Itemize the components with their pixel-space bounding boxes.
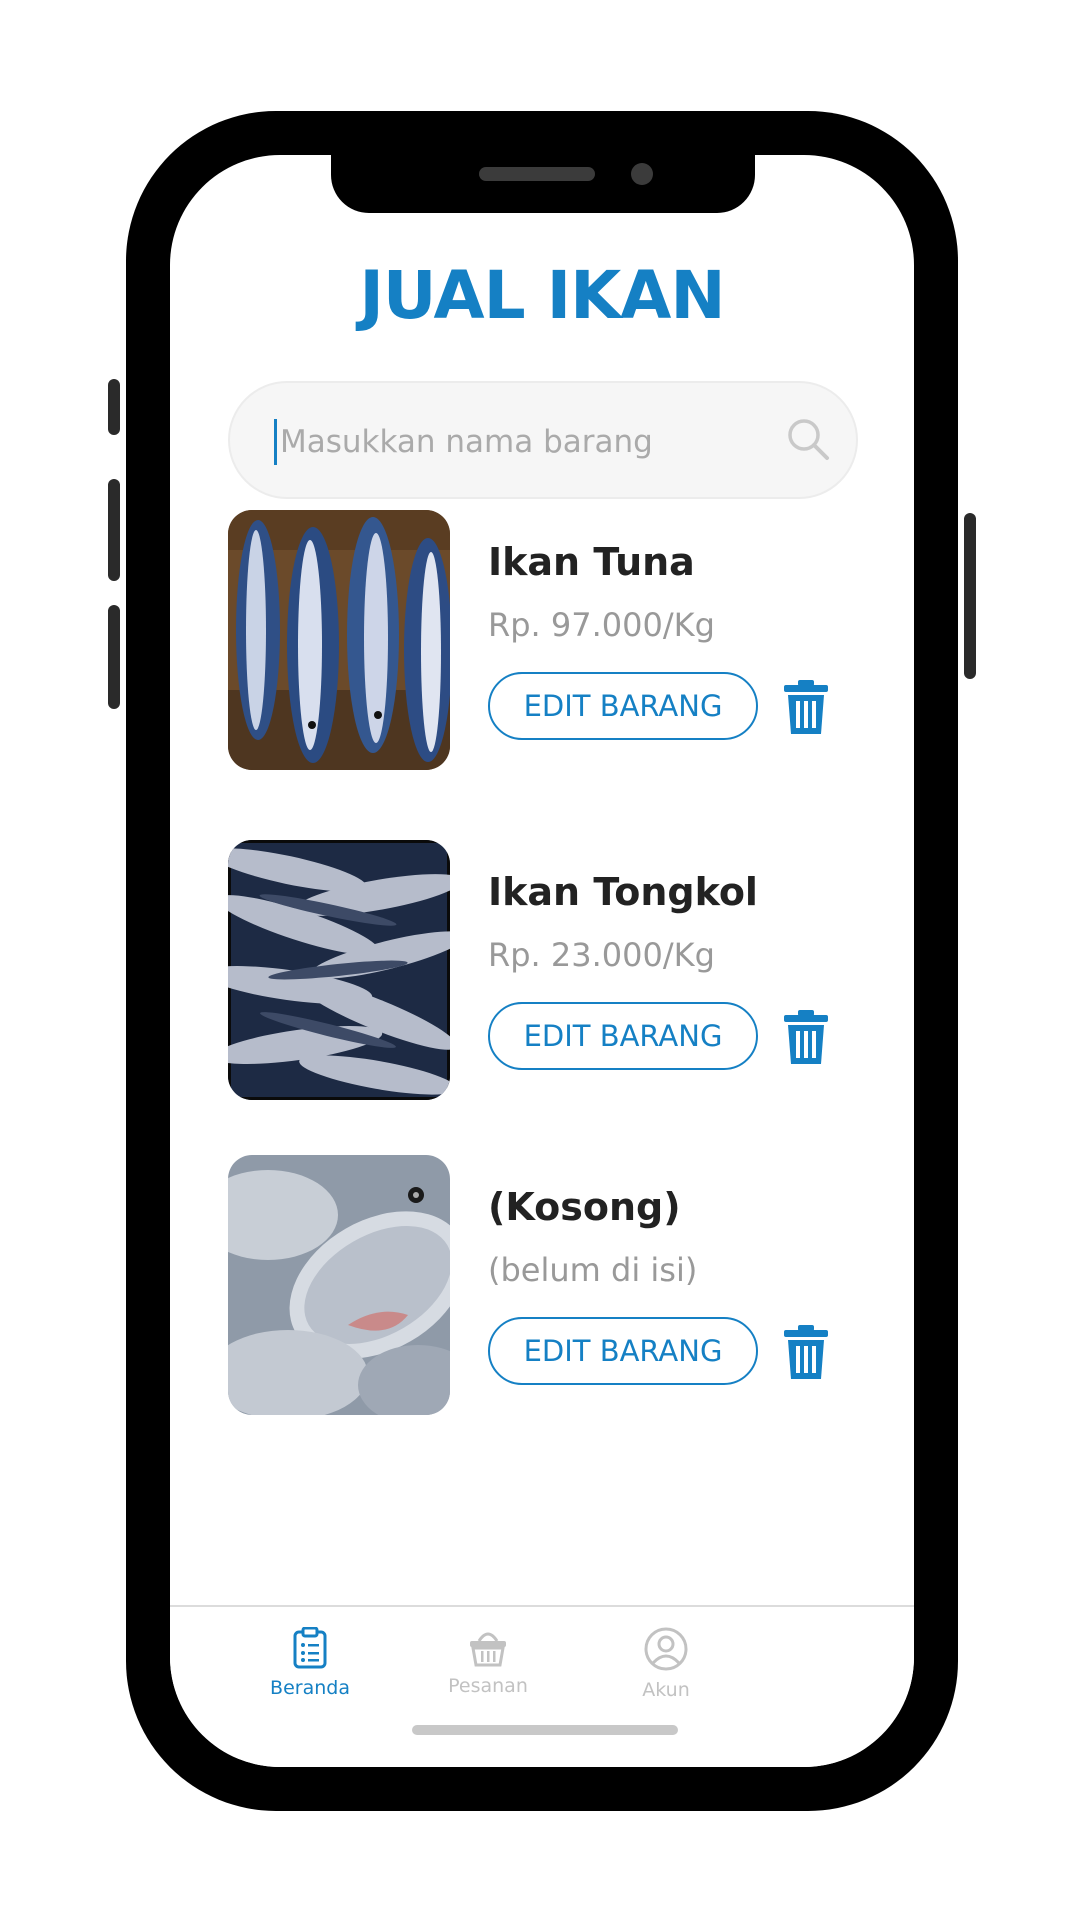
- item-price: Rp. 23.000/Kg: [488, 936, 715, 974]
- power-button: [964, 513, 976, 679]
- item-name: (Kosong): [488, 1185, 681, 1229]
- list-item: (Kosong) (belum di isi) EDIT BARANG: [228, 1155, 858, 1415]
- phone-frame: JUAL IKAN Masukkan nama barang Ikan Tuna…: [108, 111, 976, 1811]
- nav-label-pesanan: Pesanan: [448, 1675, 528, 1697]
- nav-item-pesanan[interactable]: Pesanan: [408, 1627, 568, 1697]
- speaker: [479, 167, 595, 181]
- nav-label-akun: Akun: [642, 1679, 690, 1701]
- trash-icon[interactable]: [784, 1010, 828, 1064]
- item-price: Rp. 97.000/Kg: [488, 606, 715, 644]
- nav-item-akun[interactable]: Akun: [586, 1627, 746, 1701]
- list-item: Ikan Tuna Rp. 97.000/Kg EDIT BARANG: [228, 510, 858, 770]
- mute-switch: [108, 379, 120, 435]
- trash-icon[interactable]: [784, 680, 828, 734]
- user-icon: [644, 1627, 688, 1671]
- volume-up-button: [108, 479, 120, 581]
- search-input[interactable]: [278, 413, 762, 471]
- clipboard-icon: [293, 1626, 327, 1669]
- product-image-tuna: [228, 510, 450, 770]
- notch: [331, 155, 755, 213]
- product-image-nila: [228, 1155, 450, 1415]
- trash-icon[interactable]: [784, 1325, 828, 1379]
- edit-item-button[interactable]: EDIT BARANG: [488, 1317, 758, 1385]
- page-title: JUAL IKAN: [359, 257, 725, 334]
- home-indicator: [412, 1725, 678, 1735]
- product-image-tongkol: [228, 840, 450, 1100]
- screen: JUAL IKAN Masukkan nama barang Ikan Tuna…: [170, 155, 914, 1767]
- item-name: Ikan Tuna: [488, 540, 695, 584]
- front-camera: [631, 163, 653, 185]
- search-bar[interactable]: [228, 381, 858, 499]
- bottom-navigation: Beranda Pesanan Akun: [170, 1605, 914, 1767]
- item-name: Ikan Tongkol: [488, 870, 758, 914]
- item-price: (belum di isi): [488, 1251, 698, 1289]
- nav-label-beranda: Beranda: [270, 1677, 350, 1699]
- list-item: Ikan Tongkol Rp. 23.000/Kg EDIT BARANG: [228, 840, 858, 1100]
- text-caret: [274, 419, 277, 465]
- nav-item-beranda[interactable]: Beranda: [230, 1626, 390, 1699]
- search-icon[interactable]: [784, 415, 832, 463]
- edit-item-button[interactable]: EDIT BARANG: [488, 1002, 758, 1070]
- edit-item-button[interactable]: EDIT BARANG: [488, 672, 758, 740]
- basket-icon: [470, 1632, 506, 1667]
- volume-down-button: [108, 605, 120, 709]
